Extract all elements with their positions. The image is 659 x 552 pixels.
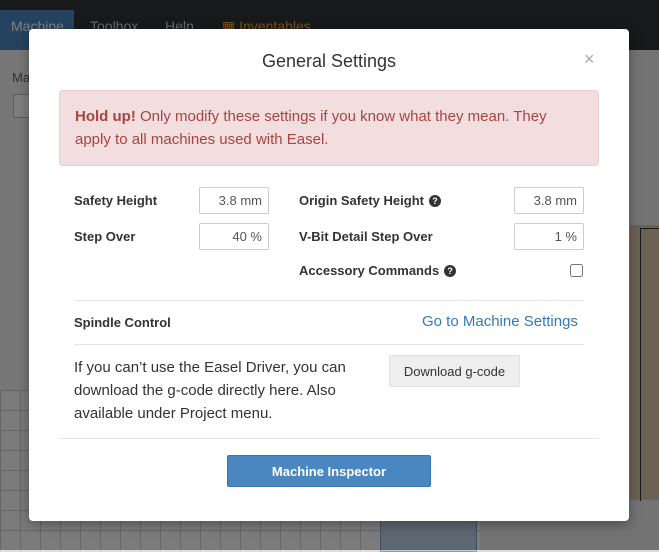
spindle-control-label: Spindle Control xyxy=(74,315,171,330)
download-gcode-button[interactable]: Download g-code xyxy=(389,355,520,387)
alert-emphasis: Hold up! xyxy=(75,108,136,125)
alert-message: Only modify these settings if you know w… xyxy=(75,108,547,148)
accessory-commands-label-text: Accessory Commands xyxy=(299,263,440,278)
footer-divider xyxy=(59,438,599,439)
question-circle-icon[interactable]: ? xyxy=(444,265,457,277)
divider xyxy=(74,300,584,301)
question-circle-icon[interactable]: ? xyxy=(428,195,441,207)
download-description: If you can’t use the Easel Driver, you c… xyxy=(74,359,346,422)
close-icon[interactable]: × xyxy=(584,49,595,70)
step-over-input[interactable] xyxy=(199,223,269,250)
origin-safety-height-input[interactable] xyxy=(514,187,584,214)
origin-safety-height-label: Origin Safety Height? xyxy=(299,193,441,208)
modal-title: General Settings xyxy=(261,51,397,71)
warning-alert: Hold up! Only modify these settings if y… xyxy=(59,90,599,166)
accessory-commands-checkbox[interactable] xyxy=(570,264,583,277)
step-over-label: Step Over xyxy=(74,229,136,244)
accessory-commands-label: Accessory Commands? xyxy=(299,263,457,278)
machine-inspector-button[interactable]: Machine Inspector xyxy=(227,455,431,487)
go-to-machine-settings-link[interactable]: Go to Machine Settings xyxy=(422,313,578,330)
safety-height-input[interactable] xyxy=(199,187,269,214)
divider xyxy=(74,344,584,345)
general-settings-modal: General Settings × Hold up! Only modify … xyxy=(29,29,629,521)
origin-safety-height-label-text: Origin Safety Height xyxy=(299,193,424,208)
safety-height-label: Safety Height xyxy=(74,193,158,208)
vbit-detail-step-over-label: V-Bit Detail Step Over xyxy=(299,229,433,244)
vbit-detail-step-over-input[interactable] xyxy=(514,223,584,250)
